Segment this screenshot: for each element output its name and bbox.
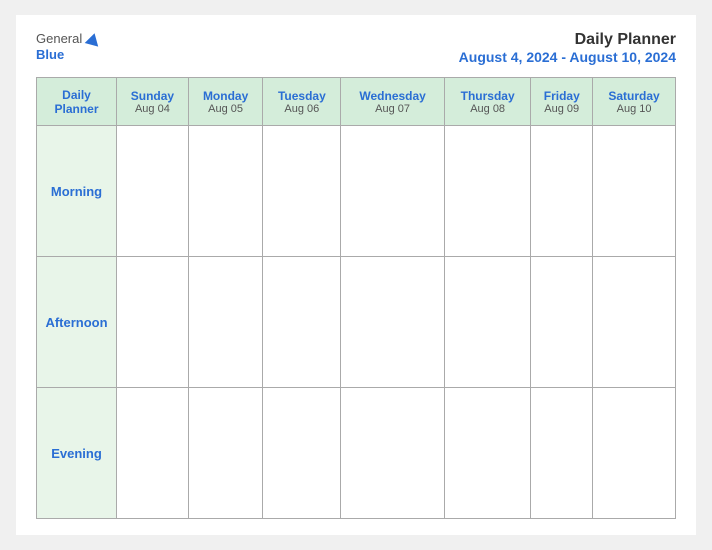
evening-wednesday-cell[interactable]: [341, 388, 445, 519]
col-day-tuesday: Tuesday: [267, 89, 336, 103]
morning-row: Morning: [37, 126, 676, 257]
evening-row: Evening: [37, 388, 676, 519]
col-day-thursday: Thursday: [449, 89, 526, 103]
col-date-thursday: Aug 08: [449, 103, 526, 115]
col-day-wednesday: Wednesday: [345, 89, 440, 103]
col-header-friday: Friday Aug 09: [531, 78, 593, 126]
afternoon-label: Afternoon: [37, 257, 117, 388]
afternoon-friday-cell[interactable]: [531, 257, 593, 388]
col-date-sunday: Aug 04: [121, 103, 184, 115]
afternoon-tuesday-cell[interactable]: [263, 257, 341, 388]
col-date-saturday: Aug 10: [597, 103, 671, 115]
evening-tuesday-cell[interactable]: [263, 388, 341, 519]
col-day-saturday: Saturday: [597, 89, 671, 103]
col-day-monday: Monday: [193, 89, 259, 103]
afternoon-row: Afternoon: [37, 257, 676, 388]
column-header-row: Daily Planner Sunday Aug 04 Monday Aug 0…: [37, 78, 676, 126]
evening-thursday-cell[interactable]: [444, 388, 530, 519]
morning-friday-cell[interactable]: [531, 126, 593, 257]
corner-label-line1: Daily: [41, 88, 112, 102]
evening-monday-cell[interactable]: [188, 388, 263, 519]
col-header-thursday: Thursday Aug 08: [444, 78, 530, 126]
morning-saturday-cell[interactable]: [593, 126, 676, 257]
evening-saturday-cell[interactable]: [593, 388, 676, 519]
col-header-sunday: Sunday Aug 04: [117, 78, 189, 126]
header-title: Daily Planner August 4, 2024 - August 10…: [459, 31, 676, 65]
col-date-monday: Aug 05: [193, 103, 259, 115]
evening-sunday-cell[interactable]: [117, 388, 189, 519]
morning-tuesday-cell[interactable]: [263, 126, 341, 257]
col-header-monday: Monday Aug 05: [188, 78, 263, 126]
col-header-wednesday: Wednesday Aug 07: [341, 78, 445, 126]
col-header-tuesday: Tuesday Aug 06: [263, 78, 341, 126]
col-header-saturday: Saturday Aug 10: [593, 78, 676, 126]
morning-monday-cell[interactable]: [188, 126, 263, 257]
logo-general-text: General: [36, 31, 82, 47]
evening-label: Evening: [37, 388, 117, 519]
afternoon-thursday-cell[interactable]: [444, 257, 530, 388]
planner-title: Daily Planner: [459, 31, 676, 49]
col-day-sunday: Sunday: [121, 89, 184, 103]
logo-triangle-icon: [85, 31, 102, 46]
morning-wednesday-cell[interactable]: [341, 126, 445, 257]
planner-table: Daily Planner Sunday Aug 04 Monday Aug 0…: [36, 77, 676, 519]
morning-thursday-cell[interactable]: [444, 126, 530, 257]
morning-sunday-cell[interactable]: [117, 126, 189, 257]
evening-friday-cell[interactable]: [531, 388, 593, 519]
planner-date-range: August 4, 2024 - August 10, 2024: [459, 49, 676, 65]
header: General Blue Daily Planner August 4, 202…: [36, 31, 676, 65]
logo: General Blue: [36, 31, 100, 62]
col-date-wednesday: Aug 07: [345, 103, 440, 115]
afternoon-monday-cell[interactable]: [188, 257, 263, 388]
afternoon-saturday-cell[interactable]: [593, 257, 676, 388]
col-day-friday: Friday: [535, 89, 588, 103]
col-date-friday: Aug 09: [535, 103, 588, 115]
col-date-tuesday: Aug 06: [267, 103, 336, 115]
table-corner-header: Daily Planner: [37, 78, 117, 126]
afternoon-sunday-cell[interactable]: [117, 257, 189, 388]
corner-label-line2: Planner: [41, 102, 112, 116]
afternoon-wednesday-cell[interactable]: [341, 257, 445, 388]
page-container: General Blue Daily Planner August 4, 202…: [16, 15, 696, 535]
logo-blue-text: Blue: [36, 47, 64, 63]
morning-label: Morning: [37, 126, 117, 257]
